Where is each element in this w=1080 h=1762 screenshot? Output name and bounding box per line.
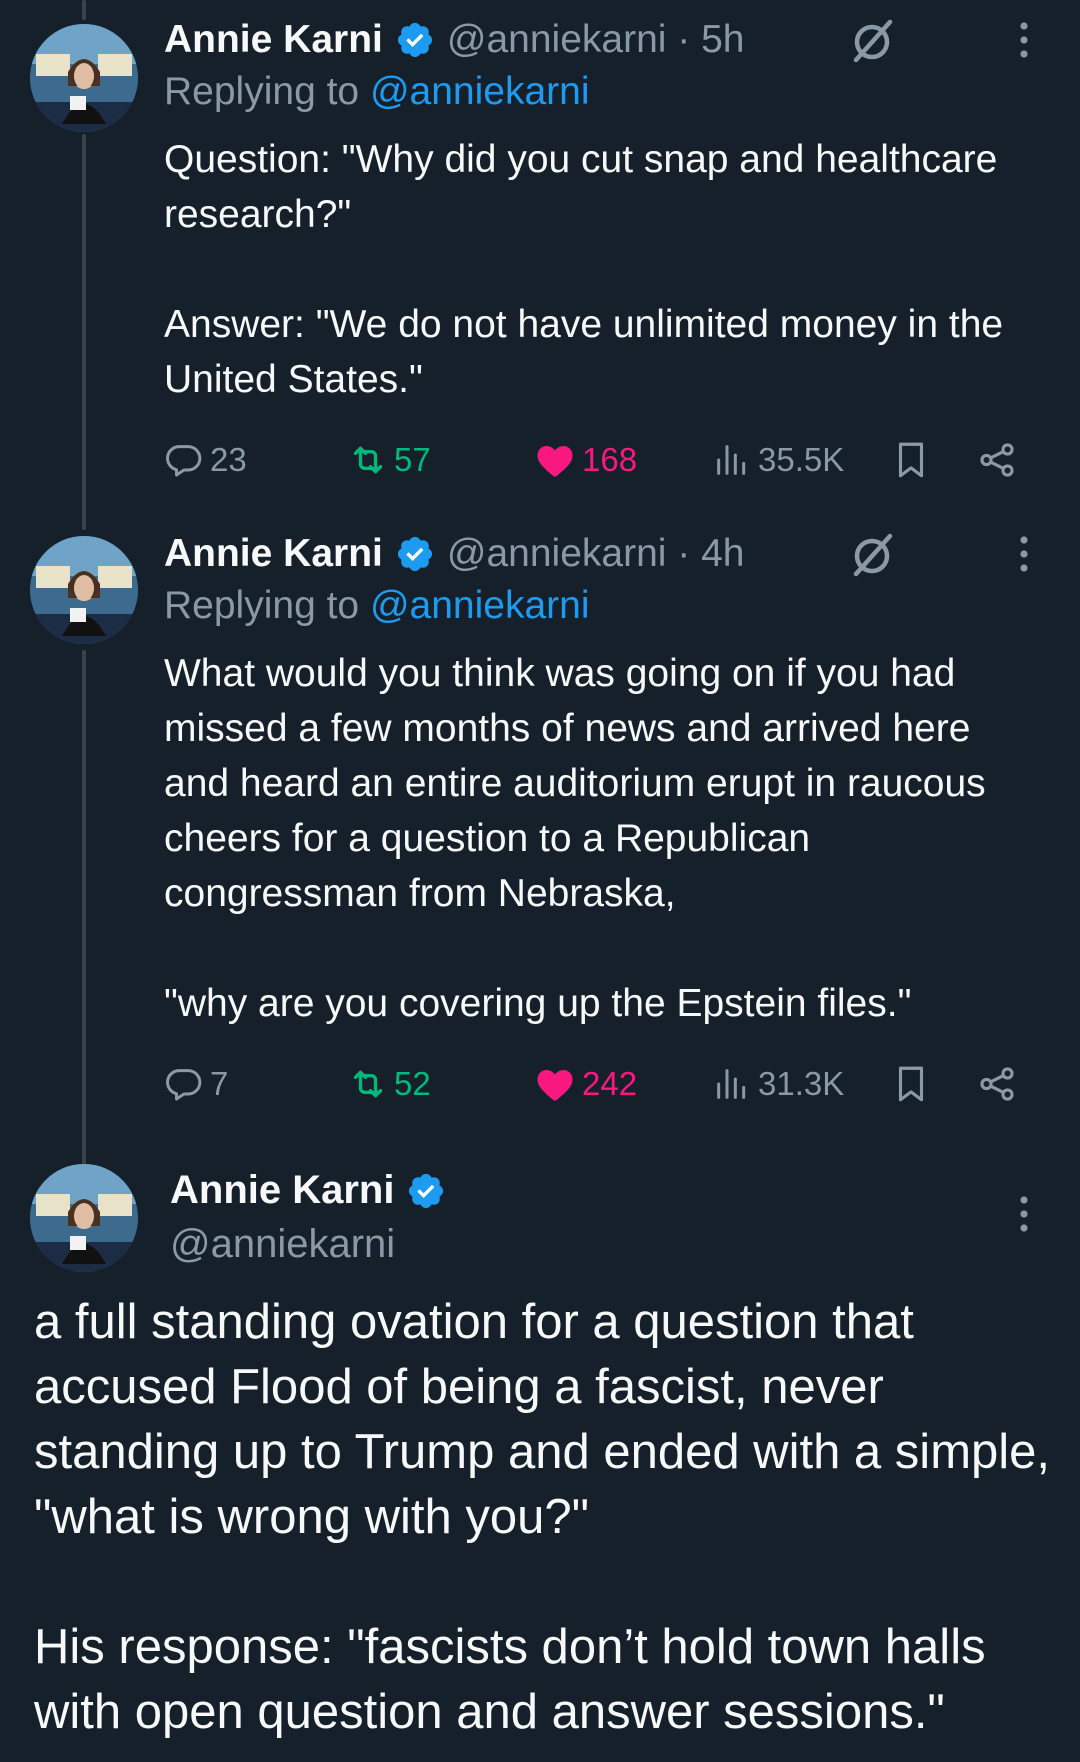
replying-to: Replying to @anniekarni [164, 584, 590, 628]
retweet-count: 52 [394, 1065, 431, 1102]
share-button[interactable] [976, 1056, 1018, 1112]
views-icon [717, 1069, 746, 1099]
like-icon [537, 1070, 573, 1101]
views-icon [717, 445, 746, 475]
reply-count: 7 [210, 1065, 229, 1102]
grok-icon[interactable] [846, 12, 902, 68]
replying-to: Replying to @anniekarni [164, 70, 590, 114]
author-handle[interactable]: @anniekarni [170, 1222, 395, 1267]
replying-to-label: Replying to [164, 584, 370, 627]
like-count: 168 [582, 441, 638, 478]
retweet-count: 57 [394, 441, 431, 478]
author-name[interactable]: Annie Karni [170, 1168, 394, 1213]
share-button[interactable] [976, 432, 1018, 488]
avatar-image [30, 1164, 138, 1272]
avatar[interactable] [30, 536, 138, 644]
views-count: 35.5K [758, 441, 845, 478]
replying-to-handle-link[interactable]: @anniekarni [370, 584, 590, 627]
thread-line-1 [82, 134, 86, 530]
thread-line-2 [82, 650, 86, 1170]
reply-icon [166, 1069, 202, 1101]
author-name[interactable]: Annie Karni [164, 18, 383, 62]
retweet-button[interactable]: 57 [348, 432, 431, 488]
reply-icon [166, 445, 202, 477]
more-options-icon[interactable] [1016, 530, 1032, 578]
replying-to-handle-link[interactable]: @anniekarni [370, 70, 590, 113]
views-button[interactable]: 31.3K [712, 1056, 844, 1112]
reply-button[interactable]: 7 [164, 1056, 228, 1112]
share-icon [980, 1067, 1014, 1101]
retweet-button[interactable]: 52 [348, 1056, 431, 1112]
like-icon [537, 446, 573, 477]
reply-count: 23 [210, 441, 247, 478]
handle-and-time[interactable]: @anniekarni · 5h [447, 18, 745, 62]
bookmark-icon [898, 1066, 924, 1102]
like-count: 242 [582, 1065, 638, 1102]
tweet-text: Question: "Why did you cut snap and heal… [164, 138, 1004, 401]
more-options-icon[interactable] [1016, 16, 1032, 64]
author-name-row: Annie Karni [170, 1168, 458, 1213]
verified-badge-icon [395, 20, 435, 60]
tweet-header: Annie Karni @anniekarni · 5h [164, 10, 744, 70]
like-button[interactable]: 242 [534, 1056, 637, 1112]
views-count: 31.3K [758, 1065, 845, 1102]
retweet-icon [353, 446, 383, 474]
main-tweet-text: a full standing ovation for a question t… [34, 1295, 1051, 1739]
retweet-icon [353, 1070, 383, 1098]
avatar[interactable] [30, 24, 138, 132]
share-icon [980, 443, 1014, 477]
avatar[interactable] [30, 1164, 138, 1272]
handle-and-time[interactable]: @anniekarni · 4h [447, 532, 745, 576]
thread-line-top [82, 0, 86, 20]
reply-button[interactable]: 23 [164, 432, 247, 488]
avatar-image [30, 24, 138, 132]
more-options-icon[interactable] [1016, 1190, 1032, 1238]
action-bar: 7 52 242 31.3K [164, 1056, 1044, 1112]
replying-to-label: Replying to [164, 70, 370, 113]
bookmark-button[interactable] [890, 432, 932, 488]
verified-badge-icon [406, 1171, 446, 1211]
like-button[interactable]: 168 [534, 432, 637, 488]
views-button[interactable]: 35.5K [712, 432, 844, 488]
tweet-header: Annie Karni @anniekarni · 4h [164, 524, 744, 584]
verified-badge-icon [395, 534, 435, 574]
author-name[interactable]: Annie Karni [164, 532, 383, 576]
avatar-image [30, 536, 138, 644]
bookmark-button[interactable] [890, 1056, 932, 1112]
grok-icon[interactable] [846, 526, 902, 582]
action-bar: 23 57 168 35.5K [164, 432, 1044, 488]
bookmark-icon [898, 442, 924, 478]
tweet-text: What would you think was going on if you… [164, 652, 986, 1025]
